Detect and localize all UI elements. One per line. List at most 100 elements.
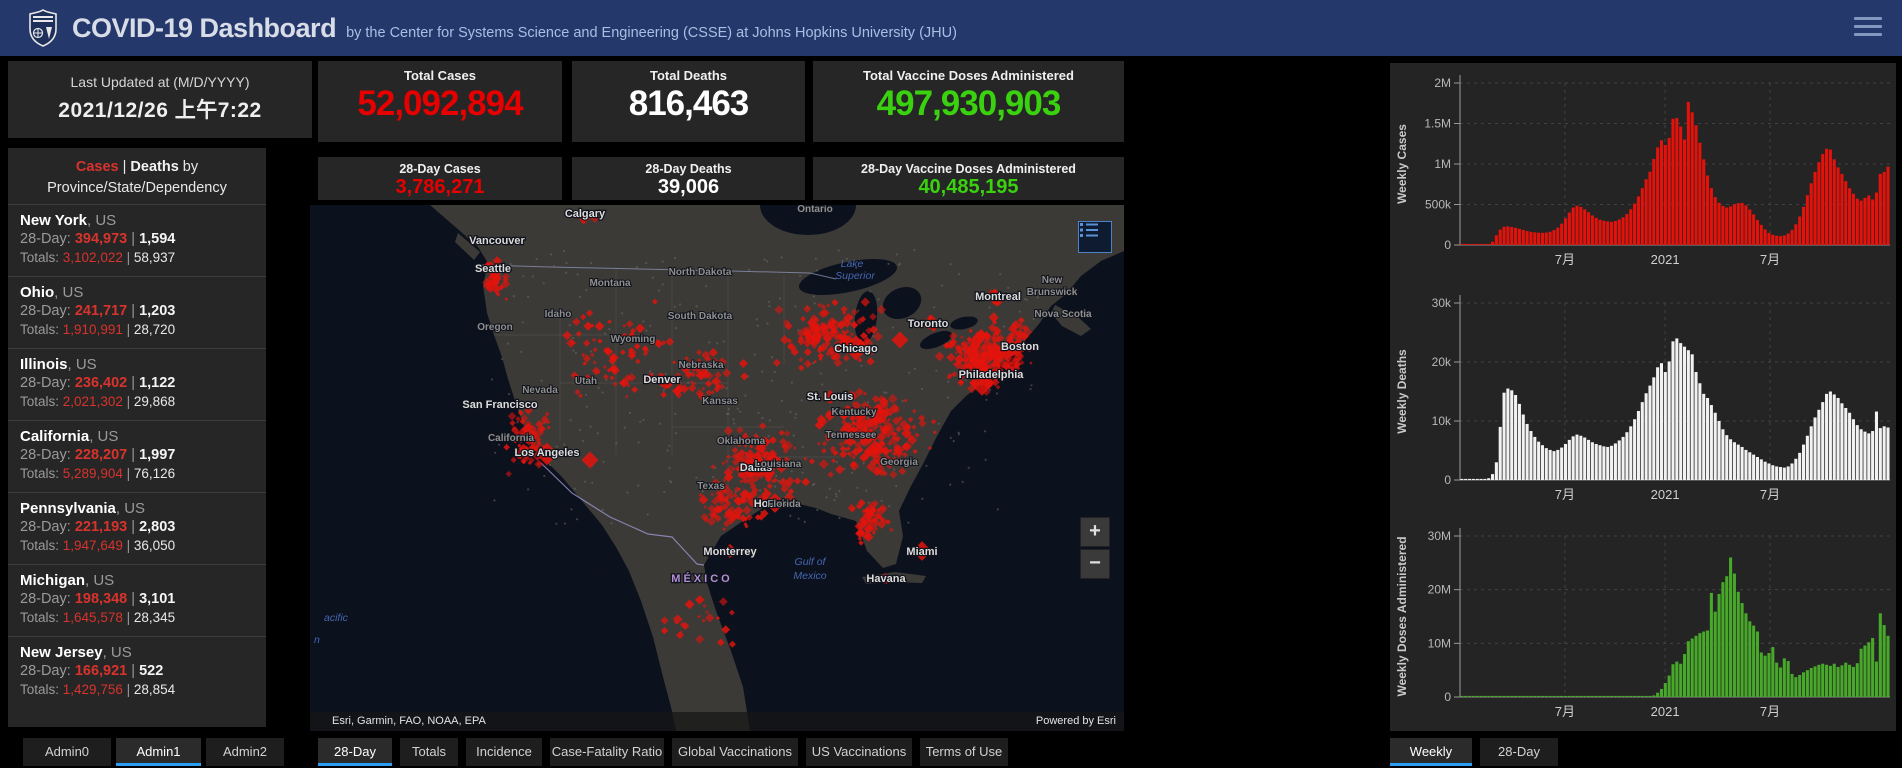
county-dot [667, 450, 669, 452]
bar [1572, 436, 1575, 480]
county-dot [564, 523, 566, 525]
day-stats: 28-Day: 241,717 | 1,203 [20, 302, 254, 321]
county-dot [757, 325, 759, 327]
bar [1599, 220, 1602, 245]
bar [1495, 235, 1498, 245]
bar [1491, 696, 1494, 697]
county-dot [908, 372, 910, 374]
map[interactable]: CalgaryVancouverSeattleMontrealTorontoBo… [310, 205, 1124, 731]
bar [1729, 206, 1732, 245]
map-label-montreal: Montreal [975, 291, 1021, 303]
bar [1671, 341, 1674, 480]
stat-total-vaccine-doses-administered: Total Vaccine Doses Administered497,930,… [813, 61, 1124, 142]
bar [1476, 696, 1479, 697]
bar [1537, 696, 1540, 697]
map-label-los-angeles: Los Angeles [515, 447, 580, 459]
bar [1552, 696, 1555, 697]
county-dot [563, 443, 565, 445]
county-dot [563, 250, 565, 252]
list-heading: Cases | Deaths by Province/State/Depende… [8, 148, 266, 199]
county-dot [881, 500, 883, 502]
last-updated-panel: Last Updated at (M/D/YYYY) 2021/12/26 上午… [8, 61, 312, 138]
layer-list-icon[interactable] [1078, 221, 1112, 253]
list-item-illinois[interactable]: Illinois, US28-Day: 236,402 | 1,122Total… [8, 348, 266, 420]
y-tick-label: 20k [1432, 355, 1452, 369]
bar [1629, 426, 1632, 480]
list-item-new-jersey[interactable]: New Jersey, US28-Day: 166,921 | 522Total… [8, 636, 266, 708]
map-label-n: n [314, 634, 320, 646]
map-tab-terms-of-use[interactable]: Terms of Use [920, 738, 1008, 766]
map-canvas[interactable]: CalgaryVancouverSeattleMontrealTorontoBo… [310, 205, 1124, 731]
bar [1483, 244, 1486, 245]
chart-tab-weekly[interactable]: Weekly [1390, 738, 1472, 766]
y-tick-label: 1M [1434, 157, 1451, 171]
x-tick-label: 7月 [1555, 704, 1575, 719]
bar [1583, 209, 1586, 245]
bar [1737, 445, 1740, 480]
list-item-new-york[interactable]: New York, US28-Day: 394,973 | 1,594Total… [8, 204, 266, 276]
bar [1637, 196, 1640, 245]
x-tick-label: 2021 [1651, 487, 1680, 500]
list-item-michigan[interactable]: Michigan, US28-Day: 198,348 | 3,101Total… [8, 564, 266, 636]
bar [1817, 410, 1820, 480]
menu-icon[interactable] [1854, 17, 1884, 39]
county-dot [659, 423, 661, 425]
tab-admin1[interactable]: Admin1 [116, 738, 201, 766]
zoom-in-button[interactable]: + [1080, 517, 1110, 547]
county-dot [768, 435, 770, 437]
bar [1468, 479, 1471, 480]
county-dot [726, 387, 728, 389]
zoom-out-button[interactable]: − [1080, 549, 1110, 579]
stat-value: 497,930,903 [813, 85, 1124, 123]
bar [1752, 214, 1755, 245]
bar [1476, 244, 1479, 245]
list-item-california[interactable]: California, US28-Day: 228,207 | 1,997Tot… [8, 420, 266, 492]
heading-separator: | [119, 159, 131, 175]
bar [1821, 664, 1824, 697]
tab-admin0[interactable]: Admin0 [23, 738, 111, 766]
bar [1760, 652, 1763, 697]
bar [1848, 413, 1851, 480]
county-dot [892, 326, 894, 328]
bar [1664, 372, 1667, 480]
bar [1767, 233, 1770, 245]
bar [1675, 662, 1678, 697]
list-item-ohio[interactable]: Ohio, US28-Day: 241,717 | 1,203Totals: 1… [8, 276, 266, 348]
bar [1637, 411, 1640, 480]
tab-admin2[interactable]: Admin2 [206, 738, 284, 766]
bar [1683, 654, 1686, 697]
chart-tab-28-day[interactable]: 28-Day [1480, 738, 1558, 766]
county-dot [789, 515, 791, 517]
map-tab-totals[interactable]: Totals [400, 738, 458, 766]
map-tab-28-day[interactable]: 28-Day [318, 738, 392, 766]
map-tab-incidence[interactable]: Incidence [466, 738, 542, 766]
map-tab-case-fatality-ratio[interactable]: Case-Fatality Ratio [550, 738, 664, 766]
county-dot [820, 372, 822, 374]
bar [1718, 594, 1721, 697]
county-dot [626, 492, 628, 494]
bar [1837, 667, 1840, 697]
bar [1829, 150, 1832, 245]
bar [1790, 230, 1793, 245]
county-dot [576, 518, 578, 520]
county-dot [885, 392, 887, 394]
bar [1767, 463, 1770, 480]
map-tab-global-vaccinations[interactable]: Global Vaccinations [672, 738, 798, 766]
list-item-pennsylvania[interactable]: Pennsylvania, US28-Day: 221,193 | 2,803T… [8, 492, 266, 564]
bar [1871, 431, 1874, 480]
county-dot [761, 417, 763, 419]
county-dot [675, 327, 677, 329]
map-label-nova-scotia: Nova Scotia [1034, 309, 1092, 320]
jhu-logo [28, 9, 58, 47]
bar [1775, 236, 1778, 245]
total-stats: Totals: 1,947,649 | 36,050 [20, 537, 254, 555]
region-name: New Jersey, US [20, 644, 254, 662]
bar [1771, 647, 1774, 697]
county-dot [935, 370, 937, 372]
bar [1606, 696, 1609, 697]
county-dot [771, 356, 773, 358]
map-tab-us-vaccinations[interactable]: US Vaccinations [806, 738, 912, 766]
bar [1779, 236, 1782, 245]
bar [1679, 343, 1682, 480]
county-dot [860, 365, 862, 367]
